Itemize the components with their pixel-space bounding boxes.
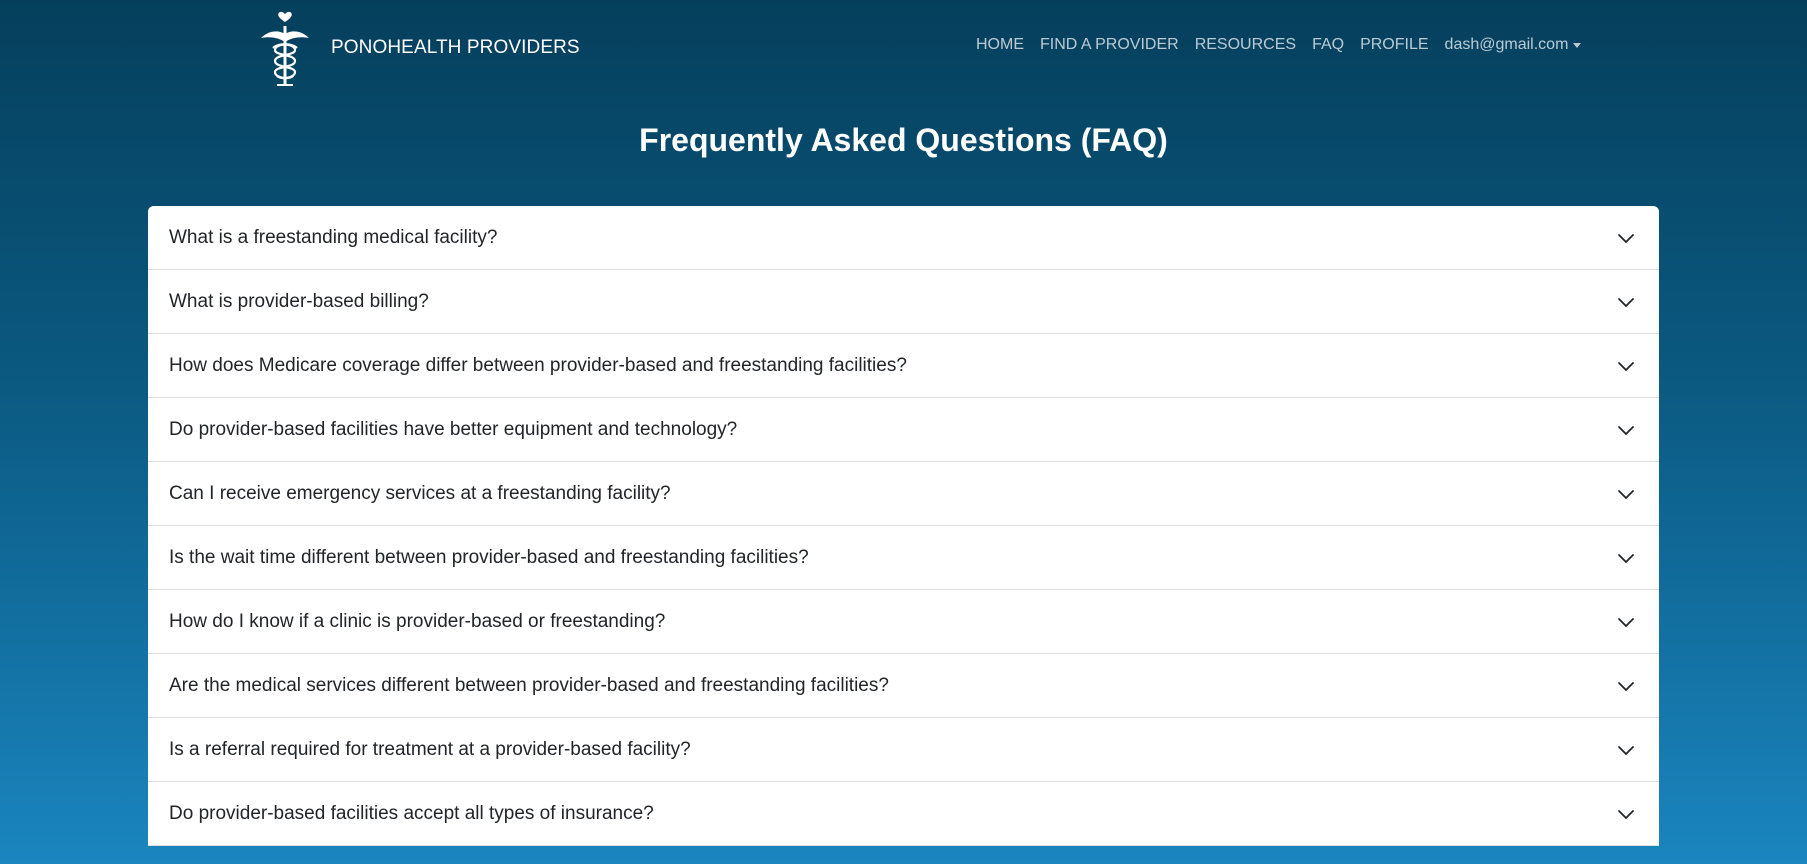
chevron-down-icon[interactable] [1616,228,1636,248]
caduceus-logo-icon [261,11,309,86]
faq-question: Can I receive emergency services at a fr… [169,482,671,504]
faq-item[interactable]: What is provider-based billing? [148,270,1659,334]
chevron-down-icon[interactable] [1616,356,1636,376]
faq-question: How does Medicare coverage differ betwee… [169,354,907,376]
faq-item[interactable]: How does Medicare coverage differ betwee… [148,334,1659,398]
faq-item[interactable]: How do I know if a clinic is provider-ba… [148,590,1659,654]
nav-profile[interactable]: PROFILE [1360,36,1428,54]
chevron-down-icon[interactable] [1616,292,1636,312]
nav-faq[interactable]: FAQ [1312,36,1344,54]
chevron-down-icon[interactable] [1616,676,1636,696]
user-email: dash@gmail.com [1444,36,1569,53]
user-menu-dropdown[interactable]: dash@gmail.com [1445,36,1582,54]
brand-link[interactable]: PONOHEALTH PROVIDERS [255,8,580,88]
brand-name: PONOHEALTH PROVIDERS [331,37,580,58]
faq-item[interactable]: Do provider-based facilities have better… [148,398,1659,462]
caret-down-icon [1573,43,1582,48]
faq-question: Is a referral required for treatment at … [169,738,691,760]
faq-question: Do provider-based facilities accept all … [169,802,654,824]
nav-home[interactable]: HOME [976,36,1024,54]
nav-find-a-provider[interactable]: FIND A PROVIDER [1040,36,1179,54]
faq-item[interactable]: Can I receive emergency services at a fr… [148,462,1659,526]
faq-item[interactable]: What is a freestanding medical facility? [148,206,1659,270]
chevron-down-icon[interactable] [1616,420,1636,440]
chevron-down-icon[interactable] [1616,548,1636,568]
chevron-down-icon[interactable] [1616,740,1636,760]
faq-item[interactable]: Is a referral required for treatment at … [148,718,1659,782]
faq-question: Are the medical services different betwe… [169,674,889,696]
nav-menu: HOME FIND A PROVIDER RESOURCES FAQ PROFI… [976,36,1582,54]
chevron-down-icon[interactable] [1616,612,1636,632]
faq-question: What is a freestanding medical facility? [169,226,498,248]
chevron-down-icon[interactable] [1616,484,1636,504]
faq-item[interactable]: Are the medical services different betwe… [148,654,1659,718]
faq-item[interactable]: Do provider-based facilities accept all … [148,782,1659,846]
faq-question: What is provider-based billing? [169,290,429,312]
faq-question: How do I know if a clinic is provider-ba… [169,610,666,632]
faq-item[interactable]: Is the wait time different between provi… [148,526,1659,590]
faq-question: Is the wait time different between provi… [169,546,809,568]
faq-question: Do provider-based facilities have better… [169,418,738,440]
nav-resources[interactable]: RESOURCES [1195,36,1296,54]
faq-accordion: What is a freestanding medical facility?… [148,206,1659,846]
chevron-down-icon[interactable] [1616,804,1636,824]
navbar: PONOHEALTH PROVIDERS HOME FIND A PROVIDE… [0,0,1807,96]
page-title: Frequently Asked Questions (FAQ) [639,122,1168,158]
